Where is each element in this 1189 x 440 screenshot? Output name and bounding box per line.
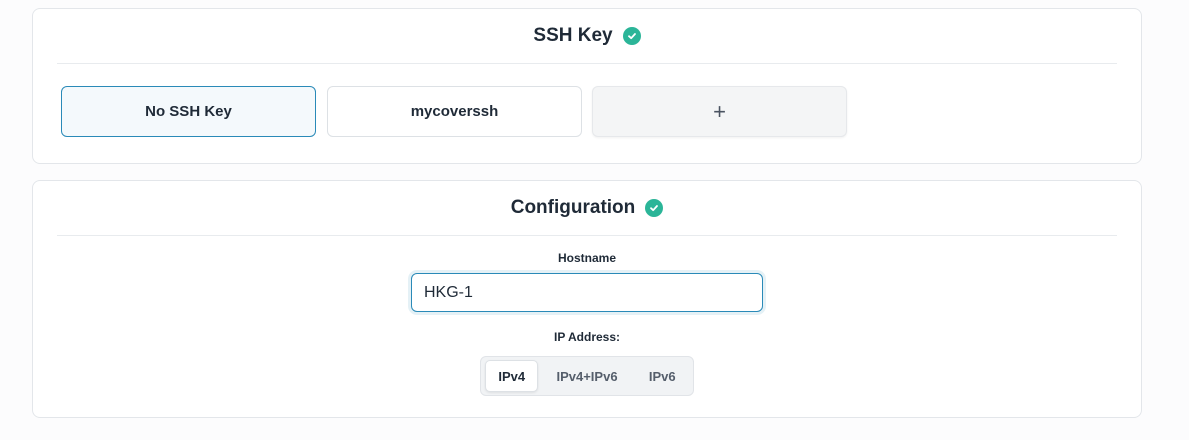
mycoverssh-key-option[interactable]: mycoverssh: [327, 86, 582, 137]
hostname-label: Hostname: [557, 251, 616, 265]
ssh-key-card: SSH Key No SSH Key mycoverssh +: [32, 8, 1142, 164]
check-circle-icon: [645, 199, 664, 217]
ip-address-selector: IPv4 IPv4+IPv6 IPv6: [480, 356, 694, 396]
ip-address-label: IP Address:: [553, 330, 621, 344]
configuration-header: Configuration: [57, 181, 1117, 236]
mycoverssh-key-label: mycoverssh: [410, 103, 499, 120]
add-ssh-key-button[interactable]: +: [592, 86, 847, 137]
ip-option-ipv6[interactable]: IPv6: [636, 360, 689, 392]
hostname-input[interactable]: [411, 273, 763, 312]
no-ssh-key-label: No SSH Key: [145, 103, 232, 120]
configuration-card: Configuration Hostname IP Address: IPv4 …: [32, 180, 1142, 418]
check-circle-icon: [622, 27, 641, 45]
ssh-key-header: SSH Key: [57, 9, 1117, 64]
configuration-title: Configuration: [510, 197, 636, 218]
no-ssh-key-option[interactable]: No SSH Key: [61, 86, 316, 137]
ssh-key-title: SSH Key: [533, 25, 613, 46]
plus-icon: +: [713, 98, 726, 124]
ip-option-ipv4[interactable]: IPv4: [485, 360, 539, 392]
ip-option-ipv4-ipv6[interactable]: IPv4+IPv6: [540, 360, 633, 392]
